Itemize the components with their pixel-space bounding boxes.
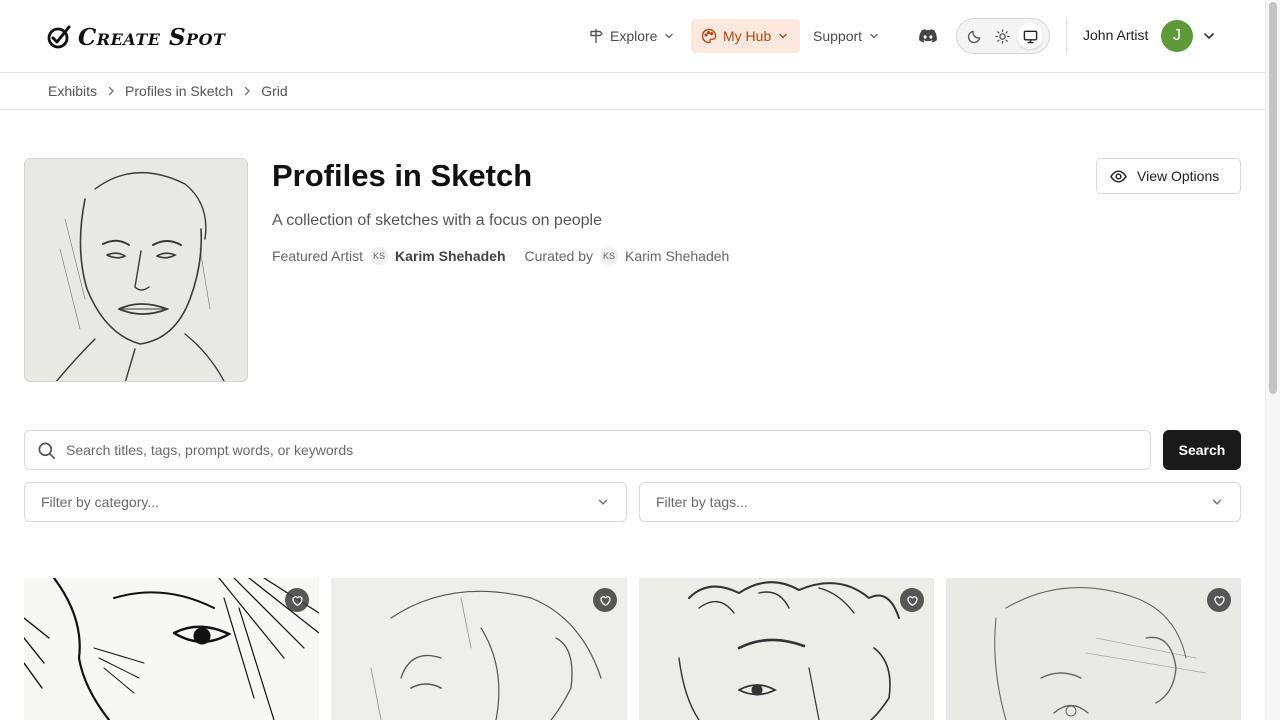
exhibit-title: Profiles in Sketch xyxy=(272,158,533,193)
sun-icon xyxy=(994,28,1010,44)
scrollbar-thumb[interactable] xyxy=(1269,2,1277,394)
nav-my-hub[interactable]: My Hub xyxy=(691,19,800,53)
search-input[interactable] xyxy=(66,442,1150,458)
header-divider xyxy=(1066,20,1067,52)
featured-artist-name[interactable]: Karim Shehadeh xyxy=(395,248,505,264)
discord-icon xyxy=(919,29,937,43)
breadcrumb-item-exhibits[interactable]: Exhibits xyxy=(48,83,97,99)
palette-icon xyxy=(701,28,717,44)
moon-icon xyxy=(967,30,980,43)
view-options-label: View Options xyxy=(1137,168,1220,184)
breadcrumb-item-grid: Grid xyxy=(261,83,288,99)
page-scrollbar[interactable] xyxy=(1265,0,1280,720)
chevron-down-icon xyxy=(779,33,787,39)
favorite-button[interactable] xyxy=(285,588,309,612)
chevron-down-icon xyxy=(1212,499,1222,505)
user-avatar[interactable]: J xyxy=(1161,20,1193,52)
artwork-image xyxy=(24,578,319,720)
chevron-right-icon xyxy=(245,86,251,96)
page: Create Spot Explore My Hub Support John … xyxy=(0,0,1265,720)
curator-name[interactable]: Karim Shehadeh xyxy=(625,248,729,264)
theme-dark-button[interactable] xyxy=(961,23,987,49)
chevron-right-icon xyxy=(108,86,115,96)
favorite-button[interactable] xyxy=(900,588,924,612)
heart-icon xyxy=(1213,595,1225,606)
user-name[interactable]: John Artist xyxy=(1083,27,1148,43)
heart-icon xyxy=(906,595,918,606)
gallery-card[interactable] xyxy=(946,578,1241,720)
brand-logo[interactable]: Create Spot xyxy=(47,22,225,52)
artwork-image xyxy=(994,587,1207,720)
tags-filter-placeholder: Filter by tags... xyxy=(656,494,748,510)
nav-support[interactable]: Support xyxy=(803,19,890,53)
curator-avatar: KS xyxy=(600,247,619,265)
search-icon xyxy=(38,442,56,459)
nav-explore-label: Explore xyxy=(610,28,658,44)
nav-explore[interactable]: Explore xyxy=(578,19,685,53)
category-filter-placeholder: Filter by category... xyxy=(41,494,160,510)
featured-artist-avatar: KS xyxy=(370,247,389,265)
artwork-image xyxy=(370,590,602,720)
chevron-down-icon xyxy=(870,33,878,39)
chevron-down-icon xyxy=(665,33,674,39)
search-bar xyxy=(24,430,1151,470)
exhibit-meta: Featured Artist KS Karim Shehadeh Curate… xyxy=(272,246,729,266)
chevron-down-icon[interactable] xyxy=(1201,28,1217,44)
exhibit-description: A collection of sketches with a focus on… xyxy=(272,212,602,229)
favorite-button[interactable] xyxy=(593,588,617,612)
top-navigation-bar: Create Spot Explore My Hub Support John … xyxy=(0,0,1265,73)
heart-icon xyxy=(291,595,303,606)
chevron-down-icon xyxy=(598,499,608,505)
nav-my-hub-label: My Hub xyxy=(723,28,772,44)
favorite-button[interactable] xyxy=(1207,588,1231,612)
featured-artist-label: Featured Artist xyxy=(272,248,364,264)
breadcrumb-item-exhibit[interactable]: Profiles in Sketch xyxy=(125,83,233,99)
logo-mark-icon xyxy=(47,25,71,49)
search-button[interactable]: Search xyxy=(1163,430,1241,470)
gallery-card[interactable] xyxy=(24,578,319,720)
artwork-image xyxy=(678,581,900,720)
gallery-card[interactable] xyxy=(639,578,934,720)
theme-switcher xyxy=(956,18,1050,54)
tags-filter-select[interactable]: Filter by tags... xyxy=(639,482,1241,522)
heart-icon xyxy=(599,595,611,606)
gallery-card[interactable] xyxy=(331,578,627,720)
signpost-icon xyxy=(590,28,603,44)
view-options-button[interactable]: View Options xyxy=(1096,158,1241,194)
eye-icon xyxy=(1110,169,1127,183)
theme-light-button[interactable] xyxy=(989,23,1015,49)
nav-support-label: Support xyxy=(813,28,863,44)
curated-by-label: Curated by xyxy=(524,248,594,264)
theme-system-button[interactable] xyxy=(1017,23,1043,49)
discord-link[interactable] xyxy=(915,24,941,48)
monitor-icon xyxy=(1023,30,1037,43)
brand-name: Create Spot xyxy=(78,23,226,51)
breadcrumb: Exhibits Profiles in Sketch Grid xyxy=(0,73,1265,110)
category-filter-select[interactable]: Filter by category... xyxy=(24,482,627,522)
exhibit-cover-image xyxy=(24,158,248,382)
